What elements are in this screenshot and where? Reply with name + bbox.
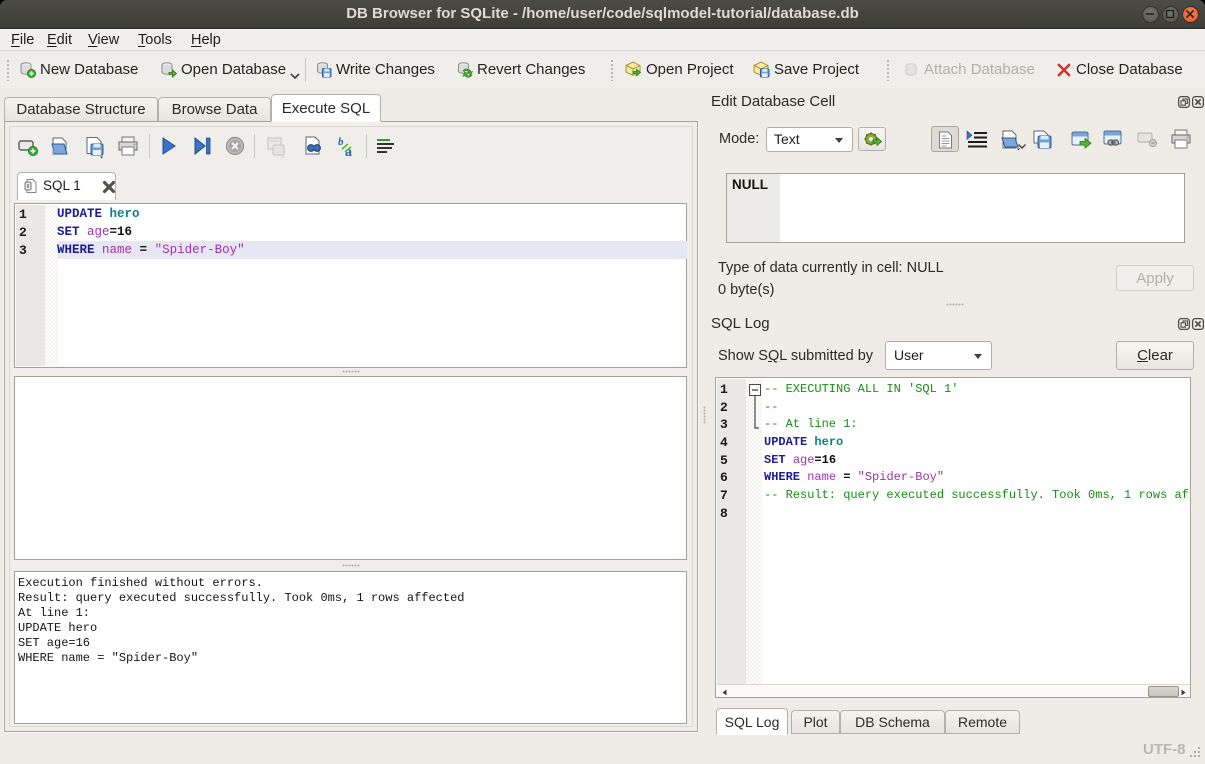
svg-text:b: b <box>338 136 344 148</box>
